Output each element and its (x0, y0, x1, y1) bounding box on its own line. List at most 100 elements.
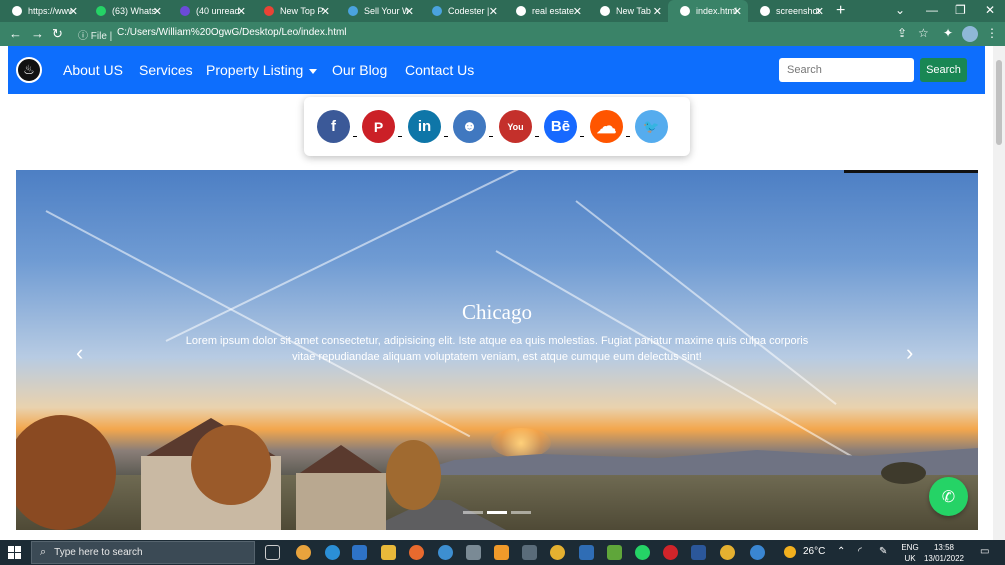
browser-tab[interactable]: https://www ✕ (0, 0, 84, 22)
pinterest-icon[interactable]: P (362, 110, 402, 143)
close-window-icon[interactable]: ✕ (985, 3, 995, 17)
sublime-icon[interactable] (494, 545, 509, 560)
search-input[interactable] (779, 58, 914, 82)
minimize-icon[interactable]: — (926, 3, 938, 17)
new-tab-icon[interactable]: + (836, 2, 845, 20)
close-tab-icon[interactable]: ✕ (153, 5, 162, 18)
autumn-tree (386, 440, 441, 510)
close-tab-icon[interactable]: ✕ (69, 5, 78, 18)
close-tab-icon[interactable]: ✕ (237, 5, 246, 18)
carousel-indicator-active[interactable] (487, 511, 507, 514)
facebook-icon[interactable]: f (317, 110, 357, 143)
chevron-down-icon[interactable]: ⌄ (895, 3, 905, 17)
sunset-glow (491, 428, 551, 458)
weather-temperature[interactable]: 26°C (803, 546, 825, 557)
soundcloud-icon[interactable]: ☁ (590, 110, 630, 143)
globe-icon (680, 6, 690, 16)
nav-link-services[interactable]: Services (139, 62, 193, 78)
close-tab-icon[interactable]: ✕ (573, 5, 582, 18)
github-icon[interactable]: ☻ (453, 110, 493, 143)
logo-flame-icon[interactable]: ♨ (16, 57, 42, 83)
browser-tab[interactable]: New Top P ✕ (252, 0, 336, 22)
browser-tab[interactable]: real estate ✕ (504, 0, 588, 22)
autumn-tree (191, 425, 271, 505)
close-tab-icon[interactable]: ✕ (733, 5, 742, 18)
browser-tab-active[interactable]: index.html ✕ (668, 0, 748, 22)
close-tab-icon[interactable]: ✕ (321, 5, 330, 18)
close-tab-icon[interactable]: ✕ (405, 5, 414, 18)
devtools-icon[interactable] (579, 545, 594, 560)
browser-tab[interactable]: Sell Your W ✕ (336, 0, 420, 22)
file-explorer-icon[interactable] (381, 545, 396, 560)
underline (580, 136, 584, 137)
pen-icon[interactable]: ✎ (879, 546, 887, 557)
search-button[interactable]: Search (920, 58, 967, 82)
carousel-prev-icon[interactable]: ‹ (76, 340, 83, 366)
twitter-icon[interactable]: 🐦 (635, 110, 668, 143)
star-icon[interactable]: ☆ (918, 26, 929, 40)
menu-icon[interactable]: ⋮ (986, 26, 998, 40)
underline (626, 136, 630, 137)
underline (489, 136, 493, 137)
nav-link-contact[interactable]: Contact Us (405, 62, 474, 78)
globe-icon (12, 6, 22, 16)
browser-tab[interactable]: New Tab ✕ (588, 0, 668, 22)
behance-icon[interactable]: Bē (544, 110, 584, 143)
carousel-next-icon[interactable]: › (906, 340, 913, 366)
network-app-icon[interactable] (438, 545, 453, 560)
help-icon[interactable] (750, 545, 765, 560)
edge-icon[interactable] (325, 545, 340, 560)
vscode-icon[interactable] (352, 545, 367, 560)
chrome-icon (600, 6, 610, 16)
url-field[interactable]: C:/Users/William%20OgwG/Desktop/Leo/inde… (117, 27, 347, 38)
firefox-icon[interactable] (409, 545, 424, 560)
nav-link-about[interactable]: About US (63, 62, 123, 78)
youtube-icon[interactable]: You (499, 110, 539, 143)
chevron-up-icon[interactable]: ⌃ (837, 546, 845, 557)
avatar[interactable] (962, 26, 978, 42)
windows-start-icon[interactable] (8, 546, 21, 559)
browser-tab[interactable]: Codester | C✕ (420, 0, 504, 22)
share-icon[interactable]: ⇪ (897, 26, 907, 40)
reload-icon[interactable]: ↻ (52, 26, 63, 42)
chrome-icon[interactable] (550, 545, 565, 560)
snipping-tool-icon[interactable] (522, 545, 537, 560)
page-scrollbar[interactable] (993, 46, 1005, 540)
whatsapp-icon[interactable] (635, 545, 650, 560)
nav-link-property-listing[interactable]: Property Listing (206, 62, 318, 78)
weather-sun-icon[interactable] (784, 546, 796, 558)
wifi-icon[interactable]: ◜ (858, 546, 862, 557)
carousel-indicator[interactable] (463, 511, 483, 514)
word-icon[interactable] (691, 545, 706, 560)
lang-region: UK (904, 554, 916, 563)
page-viewport: ♨ About US Services Property Listing Our… (0, 46, 993, 540)
calculator-icon[interactable] (466, 545, 481, 560)
task-view-icon[interactable] (265, 545, 280, 560)
forward-icon[interactable]: → (31, 26, 44, 41)
whatsapp-float-button[interactable]: ✆ (929, 477, 968, 516)
google-icon (760, 6, 770, 16)
linkedin-icon[interactable]: in (408, 110, 448, 143)
browser-tab[interactable]: (40 unread) ✕ (168, 0, 252, 22)
chrome-icon[interactable] (720, 545, 735, 560)
nav-link-blog[interactable]: Our Blog (332, 62, 387, 78)
language-indicator[interactable]: ENG UK (900, 542, 920, 564)
browser-tab[interactable]: (63) Whatsa✕ (84, 0, 168, 22)
color-app-icon[interactable] (607, 545, 622, 560)
close-tab-icon[interactable]: ✕ (653, 5, 662, 18)
back-icon[interactable]: ← (9, 26, 22, 41)
notifications-icon[interactable]: ▭ (980, 546, 989, 557)
carousel-indicator[interactable] (511, 511, 531, 514)
taskbar-search[interactable]: ⌕ Type here to search (31, 541, 255, 564)
taskbar-clock[interactable]: 13:58 13/01/2022 (920, 542, 968, 564)
icon-glyph: Bē (550, 118, 571, 135)
extensions-icon[interactable]: ✦ (943, 26, 953, 40)
restore-icon[interactable]: ❐ (955, 3, 966, 17)
close-tab-icon[interactable]: ✕ (815, 5, 824, 18)
browser-tab[interactable]: screenshot ✕ (748, 0, 830, 22)
close-tab-icon[interactable]: ✕ (489, 5, 498, 18)
chrome-icon[interactable] (296, 545, 311, 560)
opera-icon[interactable] (663, 545, 678, 560)
scrollbar-thumb[interactable] (996, 60, 1002, 145)
info-icon[interactable]: ⓘ File | (78, 27, 112, 42)
